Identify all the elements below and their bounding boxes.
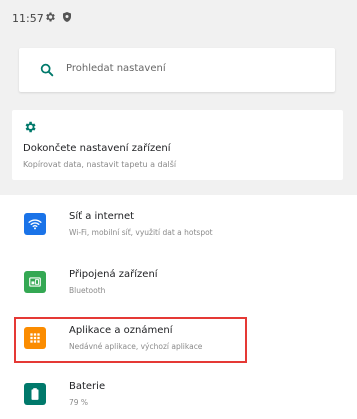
shield-icon — [61, 11, 73, 23]
settings-item-network[interactable]: Síť a internet Wi-Fi, mobilní síť, využi… — [12, 203, 345, 249]
settings-item-subtitle: Wi-Fi, mobilní síť, využití dat a hotspo… — [69, 228, 213, 237]
settings-item-title: Baterie — [69, 381, 106, 392]
settings-item-title: Připojená zařízení — [69, 269, 158, 280]
battery-icon — [24, 383, 46, 405]
settings-item-subtitle: Bluetooth — [69, 286, 106, 295]
status-bar: 11:57 — [0, 0, 357, 40]
setup-card-title: Dokončete nastavení zařízení — [23, 143, 171, 154]
settings-item-title: Síť a internet — [69, 211, 135, 222]
wifi-icon — [24, 213, 46, 235]
connected-devices-icon — [24, 271, 46, 293]
setup-card-subtitle: Kopírovat data, nastavit tapetu a další — [23, 160, 177, 169]
search-placeholder: Prohledat nastavení — [66, 63, 166, 74]
settings-item-battery[interactable]: Baterie 79 % — [12, 373, 345, 419]
search-bar[interactable]: Prohledat nastavení — [19, 48, 335, 92]
settings-item-subtitle: 79 % — [69, 398, 89, 407]
setup-suggestion-card[interactable]: Dokončete nastavení zařízení Kopírovat d… — [12, 110, 343, 180]
settings-item-connected-devices[interactable]: Připojená zařízení Bluetooth — [12, 261, 345, 307]
status-time: 11:57 — [12, 12, 44, 25]
gear-icon — [44, 11, 56, 23]
search-icon — [39, 62, 55, 78]
gear-icon — [23, 120, 37, 134]
highlight-box — [14, 317, 247, 363]
